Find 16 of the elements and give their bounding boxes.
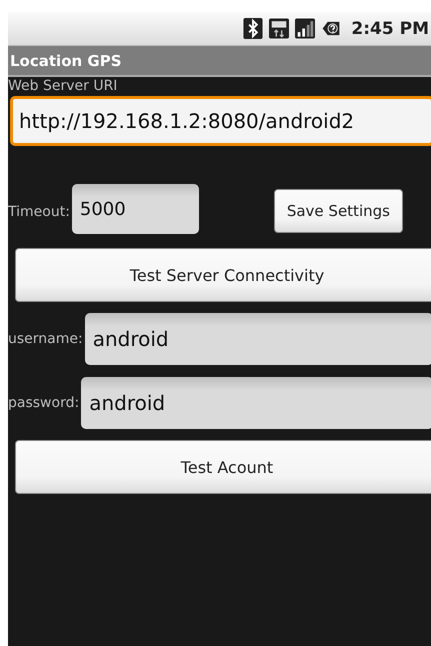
- bluetooth-icon: [243, 18, 264, 39]
- signal-icon: [295, 18, 316, 39]
- app-title: Location GPS: [10, 52, 122, 70]
- field-label: password:: [8, 395, 80, 411]
- save-button[interactable]: Save Settings: [274, 189, 403, 233]
- test-server-button[interactable]: Test Server Connectivity: [15, 248, 431, 302]
- uri-field[interactable]: http://192.168.1.2:8080/android2: [10, 96, 431, 146]
- status-time: 2:45 PM: [351, 18, 429, 38]
- timeout-field[interactable]: 5000: [72, 184, 199, 234]
- field-label: username:: [8, 331, 83, 347]
- test-account-button[interactable]: Test Acount: [15, 440, 431, 494]
- field-label: Web Server URI: [8, 78, 118, 94]
- username-field[interactable]: android: [84, 313, 431, 365]
- network-3g-icon: [269, 18, 290, 39]
- field-label: Timeout:: [8, 204, 70, 220]
- password-field[interactable]: android: [81, 377, 431, 429]
